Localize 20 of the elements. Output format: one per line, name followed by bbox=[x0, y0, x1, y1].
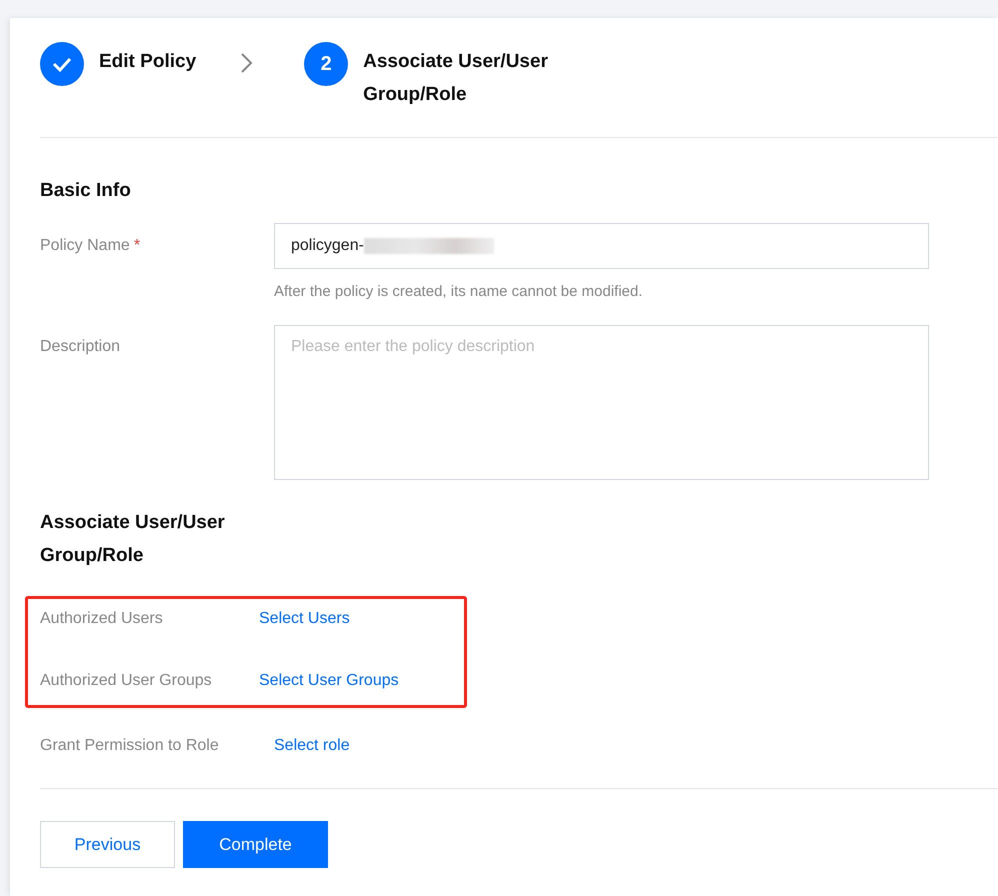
field-label: Description bbox=[40, 337, 122, 357]
field-label: Authorized User Groups bbox=[40, 671, 213, 691]
chevron-icon bbox=[240, 52, 254, 74]
select-link[interactable]: Select Users bbox=[259, 607, 350, 631]
field-hint: After the policy is created, its name cannot be modified. bbox=[274, 283, 644, 300]
field-label: Authorized Users bbox=[40, 609, 164, 629]
complete-button[interactable]: Complete bbox=[183, 821, 328, 868]
field-label: Grant Permission to Role bbox=[40, 736, 220, 756]
step-number: 2 bbox=[304, 42, 348, 86]
field-label: Policy Name bbox=[40, 237, 130, 254]
step-label: Edit Policy bbox=[99, 50, 196, 74]
description-field[interactable]: Please enter the policy description bbox=[274, 325, 929, 480]
step-label: Associate User/User Group/Role bbox=[363, 50, 549, 107]
section-title: Basic Info bbox=[40, 179, 132, 203]
select-link[interactable]: Select User Groups bbox=[259, 669, 399, 693]
required-mark: * bbox=[134, 237, 140, 254]
section-title: Associate User/User Group/Role bbox=[40, 511, 226, 568]
policy-name-field[interactable]: policygen- bbox=[274, 223, 929, 269]
select-link[interactable]: Select role bbox=[274, 734, 350, 758]
previous-button[interactable]: Previous bbox=[40, 821, 175, 868]
